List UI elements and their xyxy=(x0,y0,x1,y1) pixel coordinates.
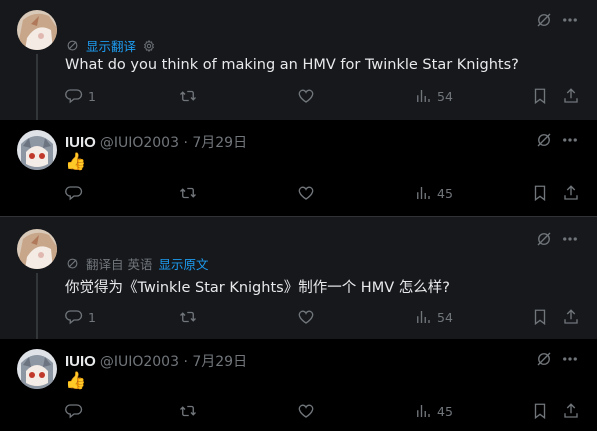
bookmark-icon xyxy=(531,184,549,202)
reply-icon xyxy=(65,308,83,326)
views-count: 45 xyxy=(437,185,453,201)
tweet-original-translated[interactable]: 翻译自 英语 显示原文 你觉得为《Twinkle Star Knights》制作… xyxy=(0,217,597,339)
more-icon[interactable] xyxy=(560,10,580,30)
views-button[interactable]: 45 xyxy=(414,402,453,420)
author-handle-date[interactable]: @IUIO2003 · 7月29日 xyxy=(100,351,247,371)
avatar[interactable] xyxy=(17,10,57,50)
share-button[interactable] xyxy=(562,308,580,326)
reply-icon xyxy=(65,184,83,202)
reply-button[interactable] xyxy=(65,402,83,420)
translate-row: 显示翻译 xyxy=(65,36,156,55)
action-bar: 45 xyxy=(0,402,597,426)
views-icon xyxy=(414,308,432,326)
grok-icon[interactable] xyxy=(534,349,554,369)
like-button[interactable] xyxy=(297,184,315,202)
views-button[interactable]: 45 xyxy=(414,184,453,202)
share-button[interactable] xyxy=(562,184,580,202)
retweet-button[interactable] xyxy=(179,184,197,202)
action-bar: 1 54 xyxy=(0,87,597,111)
retweet-icon xyxy=(179,402,197,420)
action-bar: 45 xyxy=(0,184,597,208)
reply-button[interactable] xyxy=(65,184,83,202)
share-icon xyxy=(562,184,580,202)
grok-icon[interactable] xyxy=(534,10,554,30)
retweet-button[interactable] xyxy=(179,87,197,105)
reply-count: 1 xyxy=(88,88,96,104)
author-row: IUIO @IUIO2003 · 7月29日 xyxy=(65,351,247,371)
retweet-icon xyxy=(179,87,197,105)
avatar[interactable] xyxy=(17,229,57,269)
retweet-icon xyxy=(179,308,197,326)
tweet-text: 你觉得为《Twinkle Star Knights》制作一个 HMV 怎么样? xyxy=(65,280,450,296)
author-name[interactable]: IUIO xyxy=(65,353,96,370)
settings-icon[interactable] xyxy=(142,39,156,53)
avatar[interactable] xyxy=(17,349,57,389)
retweet-icon xyxy=(179,184,197,202)
like-button[interactable] xyxy=(297,308,315,326)
retweet-button[interactable] xyxy=(179,402,197,420)
like-icon xyxy=(297,87,315,105)
tweet-reply[interactable]: IUIO @IUIO2003 · 7月29日 👍 45 xyxy=(0,339,597,431)
share-icon xyxy=(562,308,580,326)
views-count: 45 xyxy=(437,403,453,419)
reply-button[interactable]: 1 xyxy=(65,308,96,326)
like-button[interactable] xyxy=(297,402,315,420)
bookmark-button[interactable] xyxy=(531,87,549,105)
author-row: IUIO @IUIO2003 · 7月29日 xyxy=(65,132,247,152)
reply-icon xyxy=(65,87,83,105)
like-icon xyxy=(297,402,315,420)
share-icon xyxy=(562,402,580,420)
bookmark-icon xyxy=(531,87,549,105)
show-original-link[interactable]: 显示原文 xyxy=(158,254,208,273)
views-icon xyxy=(414,402,432,420)
share-button[interactable] xyxy=(562,87,580,105)
share-icon xyxy=(562,87,580,105)
views-button[interactable]: 54 xyxy=(414,308,453,326)
like-icon xyxy=(297,308,315,326)
tweet-text: What do you think of making an HMV for T… xyxy=(65,57,519,73)
bookmark-icon xyxy=(531,308,549,326)
views-count: 54 xyxy=(437,88,453,104)
bookmark-button[interactable] xyxy=(531,184,549,202)
retweet-button[interactable] xyxy=(179,308,197,326)
reply-button[interactable]: 1 xyxy=(65,87,96,105)
more-icon[interactable] xyxy=(560,349,580,369)
action-bar: 1 54 xyxy=(0,308,597,332)
avatar[interactable] xyxy=(17,130,57,170)
translate-icon xyxy=(65,38,80,53)
more-icon[interactable] xyxy=(560,229,580,249)
grok-icon[interactable] xyxy=(534,229,554,249)
views-button[interactable]: 54 xyxy=(414,87,453,105)
grok-icon[interactable] xyxy=(534,130,554,150)
bookmark-button[interactable] xyxy=(531,308,549,326)
translated-from-label: 翻译自 英语 xyxy=(86,257,153,272)
like-button[interactable] xyxy=(297,87,315,105)
bookmark-button[interactable] xyxy=(531,402,549,420)
tweet-reply[interactable]: IUIO @IUIO2003 · 7月29日 👍 45 xyxy=(0,120,597,216)
tweet-text: 👍 xyxy=(65,152,87,172)
bookmark-icon xyxy=(531,402,549,420)
translate-icon xyxy=(65,256,80,271)
views-icon xyxy=(414,87,432,105)
reply-count: 1 xyxy=(88,309,96,325)
like-icon xyxy=(297,184,315,202)
tweet-original[interactable]: 显示翻译 What do you think of making an HMV … xyxy=(0,0,597,120)
show-translation-link[interactable]: 显示翻译 xyxy=(86,36,136,55)
share-button[interactable] xyxy=(562,402,580,420)
reply-icon xyxy=(65,402,83,420)
more-icon[interactable] xyxy=(560,130,580,150)
views-count: 54 xyxy=(437,309,453,325)
author-name[interactable]: IUIO xyxy=(65,134,96,151)
tweet-text: 👍 xyxy=(65,371,87,391)
views-icon xyxy=(414,184,432,202)
translate-row: 翻译自 英语 显示原文 xyxy=(65,254,209,273)
author-handle-date[interactable]: @IUIO2003 · 7月29日 xyxy=(100,132,247,152)
